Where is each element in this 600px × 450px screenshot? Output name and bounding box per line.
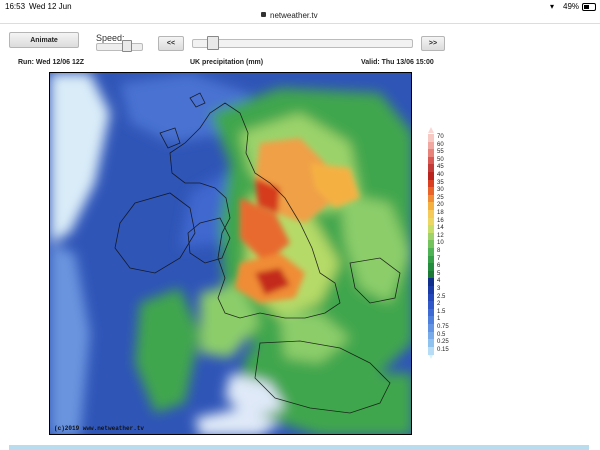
- precipitation-legend: 70 60 55 50 45 40 35 30 25 20 18 16 14 12 10 8 7 6 5 4 3 2.5 2…: [424, 127, 454, 359]
- animate-button[interactable]: Animate: [9, 32, 79, 48]
- address-url[interactable]: netweather.tv: [270, 11, 318, 20]
- status-bar: 16:53 Wed 12 Jun netweather.tv ▾ 49%: [0, 0, 600, 20]
- legend-up-arrow: [428, 127, 434, 133]
- precipitation-map[interactable]: (c)2019 www.netweather.tv: [49, 72, 412, 435]
- speed-slider[interactable]: [96, 43, 143, 51]
- map-copyright: (c)2019 www.netweather.tv: [54, 425, 145, 432]
- run-time: Run: Wed 12/06 12Z: [18, 59, 85, 66]
- lock-icon: [261, 12, 266, 17]
- battery-percent: 49%: [563, 2, 580, 11]
- legend-swatch: [428, 346, 434, 355]
- speed-label: Speed:: [96, 33, 125, 43]
- battery-icon: [582, 3, 596, 11]
- next-frame-button[interactable]: >>: [421, 36, 445, 51]
- divider: [0, 23, 600, 24]
- wifi-icon: ▾: [550, 2, 555, 11]
- map-title: UK precipitation (mm): [190, 59, 264, 66]
- status-date: Wed 12 Jun: [29, 2, 72, 11]
- speed-slider-thumb[interactable]: [122, 40, 132, 52]
- previous-frame-button[interactable]: <<: [158, 36, 184, 51]
- valid-time: Valid: Thu 13/06 15:00: [361, 59, 434, 66]
- frame-slider-thumb[interactable]: [206, 36, 219, 50]
- status-time: 16:53: [5, 2, 26, 11]
- frame-slider[interactable]: [192, 39, 413, 48]
- legend-label: 0.15: [437, 346, 449, 353]
- precipitation-map-image: [50, 73, 411, 434]
- bottom-bar: [9, 445, 589, 450]
